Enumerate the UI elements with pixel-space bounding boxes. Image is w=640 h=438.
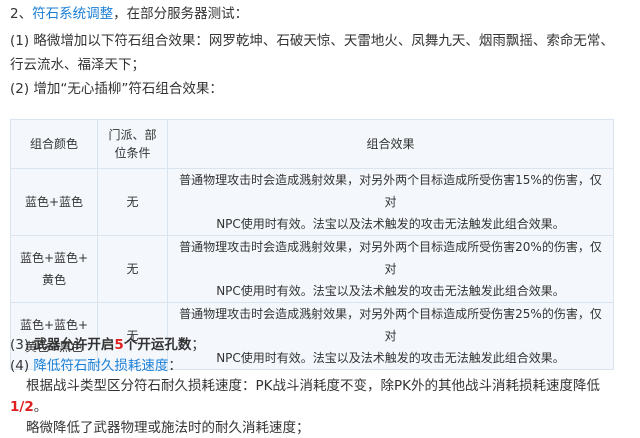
row-effect: 普通物理攻击时会造成溅射效果，对另外两个目标造成所受伤害15%的伤害，仅对 NP…: [167, 168, 614, 236]
item3-bold-b: 个开运孔数: [123, 337, 192, 353]
row-effect-line1: 普通物理攻击时会造成溅射效果，对另外两个目标造成所受伤害20%的伤害，仅对: [179, 240, 602, 276]
item4-desc-end: 。: [33, 399, 48, 415]
item4-heading: (4) 降低符石耐久损耗速度：: [10, 356, 182, 376]
table-row: 蓝色+蓝色+ 黄色 无 普通物理攻击时会造成溅射效果，对另外两个目标造成所受伤害…: [10, 235, 614, 303]
row-color-line1: 蓝色+蓝色: [24, 195, 84, 209]
section-heading: 2、符石系统调整，在部分服务器测试：: [10, 4, 248, 24]
row-effect-line1: 普通物理攻击时会造成溅射效果，对另外两个目标造成所受伤害25%的伤害，仅对: [179, 307, 602, 343]
row-condition: 无: [97, 235, 168, 303]
header-condition-line1: 门派、部: [108, 128, 157, 142]
header-condition-line2: 位条件: [114, 146, 151, 160]
item4-desc-line1: 根据战斗类型区分符石耐久损耗速度：PK战斗消耗度不变，除PK外的其他战斗消耗损耗…: [26, 378, 600, 394]
row-effect-line2: NPC使用时有效。法宝以及法术触发的攻击无法触发此组合效果。: [216, 217, 565, 231]
item4-fraction: 1/2: [10, 399, 34, 415]
section-heading-rest: ，在部分服务器测试：: [113, 6, 249, 22]
item4-title-link[interactable]: 降低符石耐久损耗速度: [33, 358, 168, 374]
item3-suffix: ；: [191, 337, 205, 353]
item4-prefix: (4): [10, 358, 34, 374]
table-header-row: 组合颜色 门派、部 位条件 组合效果: [10, 119, 614, 169]
row-effect-line2: NPC使用时有效。法宝以及法术触发的攻击无法触发此组合效果。: [216, 284, 565, 298]
row-effect: 普通物理攻击时会造成溅射效果，对另外两个目标造成所受伤害25%的伤害，仅对 NP…: [167, 302, 614, 370]
item1-line1: (1) 略微增加以下符石组合效果：网罗乾坤、石破天惊、天雷地火、凤舞九天、烟雨飘…: [10, 33, 614, 49]
header-effect: 组合效果: [167, 119, 614, 169]
row-effect-line1: 普通物理攻击时会造成溅射效果，对另外两个目标造成所受伤害15%的伤害，仅对: [179, 173, 602, 209]
item4-suffix: ：: [168, 358, 182, 374]
row-color: 蓝色+蓝色: [10, 168, 98, 236]
combo-effects-table: 组合颜色 门派、部 位条件 组合效果 蓝色+蓝色 无 普通物理攻击时会造成溅射效…: [10, 119, 614, 370]
header-condition: 门派、部 位条件: [97, 119, 168, 169]
table-row: 蓝色+蓝色 无 普通物理攻击时会造成溅射效果，对另外两个目标造成所受伤害15%的…: [10, 168, 614, 236]
row-condition: 无: [97, 168, 168, 236]
item1-line2: 行云流水、福泽天下；: [10, 57, 145, 73]
row-color-line1: 蓝色+蓝色+: [19, 251, 89, 265]
item3-bold-a: 武器允许开启: [33, 337, 115, 353]
row-effect-line2: NPC使用时有效。法宝以及法术触发的攻击无法触发此组合效果。: [216, 351, 565, 365]
section-title-link[interactable]: 符石系统调整: [32, 6, 113, 22]
item3-hole-count: 5: [114, 337, 124, 353]
header-color: 组合颜色: [10, 119, 98, 169]
section-number: 2、: [10, 6, 33, 22]
row-effect: 普通物理攻击时会造成溅射效果，对另外两个目标造成所受伤害20%的伤害，仅对 NP…: [167, 235, 614, 303]
item3-prefix: (3): [10, 337, 34, 353]
item4-cut-line: 略微降低了武器物理或施法时的耐久消耗速度；: [26, 420, 310, 436]
item3-text: (3) 武器允许开启5个开运孔数；: [10, 335, 205, 355]
row-color-line2: 黄色: [41, 273, 66, 287]
item4-desc-line2: 1/2。: [10, 397, 47, 417]
row-color-line1: 蓝色+蓝色+: [19, 318, 89, 332]
item2-text: (2) 增加“无心插柳”符石组合效果：: [10, 81, 223, 97]
row-color: 蓝色+蓝色+ 黄色: [10, 235, 98, 303]
